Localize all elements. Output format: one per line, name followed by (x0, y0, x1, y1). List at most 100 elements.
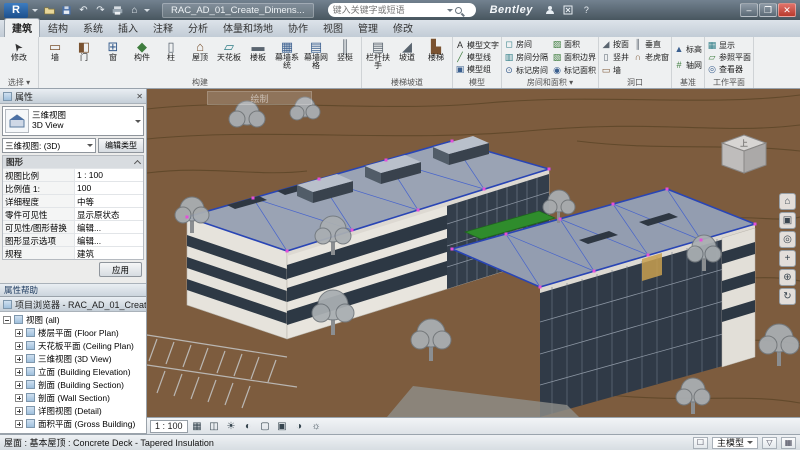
scale-button[interactable]: 1 : 100 (150, 420, 188, 433)
type-selector-caret-icon[interactable] (135, 120, 141, 126)
minimize-button[interactable]: – (740, 3, 758, 17)
zoom-icon[interactable]: ⊕ (779, 269, 796, 286)
level-button[interactable]: ▲标高 (674, 43, 702, 55)
print-button[interactable] (110, 3, 125, 17)
close-button[interactable]: ✕ (778, 3, 796, 17)
column-button[interactable]: ▯柱 (157, 38, 185, 77)
restore-button[interactable]: ❐ (759, 3, 777, 17)
area-boundary-button[interactable]: ▧面积边界 (552, 51, 596, 63)
qat-customize-icon[interactable] (144, 9, 150, 15)
search-input[interactable] (333, 5, 445, 15)
tag-area-button[interactable]: ◉标记面积 (552, 64, 596, 76)
tree-item-detail[interactable]: 详图视图 (Detail) (0, 404, 146, 417)
property-row[interactable]: 零件可见性显示原状态 (3, 207, 143, 220)
app-menu-button[interactable]: R (4, 3, 28, 18)
expand-box-icon[interactable] (15, 420, 23, 428)
undo-button[interactable]: ↶ (76, 3, 91, 17)
floor-button[interactable]: ▬楼板 (244, 38, 272, 77)
expand-box-icon[interactable] (15, 407, 23, 415)
area-button[interactable]: ▨面积 (552, 38, 596, 50)
tree-item-3d-view[interactable]: 三维视图 (3D View) (0, 352, 146, 365)
detail-level-icon[interactable]: ▦ (190, 420, 205, 433)
vertical-opening-button[interactable]: ║垂直 (633, 38, 669, 50)
project-browser-header[interactable]: 项目浏览器 - RAC_AD_01_Create_Dim... ✕ (0, 297, 146, 312)
ramp-button[interactable]: ◢坡道 (393, 38, 421, 77)
component-button[interactable]: ◆构件 (128, 38, 156, 77)
shaft-opening-button[interactable]: ▯竖井 (601, 51, 629, 63)
pan-icon[interactable]: + (779, 250, 796, 267)
viewcube[interactable]: 上 (714, 131, 774, 187)
properties-close-icon[interactable]: ✕ (136, 92, 143, 101)
tree-item-floor-plan[interactable]: 楼层平面 (Floor Plan) (0, 326, 146, 339)
property-row[interactable]: 详细程度中等 (3, 194, 143, 207)
tab-modify[interactable]: 修改 (386, 19, 420, 37)
tree-item-elevation[interactable]: 立面 (Building Elevation) (0, 365, 146, 378)
curtain-system-button[interactable]: ▦幕墙系统 (273, 38, 301, 77)
tab-collaborate[interactable]: 协作 (281, 19, 315, 37)
tab-insert[interactable]: 插入 (111, 19, 145, 37)
expand-box-icon[interactable] (15, 381, 23, 389)
default-3d-view-button[interactable]: ⌂ (127, 3, 142, 17)
selection-toggle-icon[interactable]: ▦ (781, 437, 796, 449)
tree-item-building-section[interactable]: 剖面 (Building Section) (0, 378, 146, 391)
expand-box-icon[interactable] (15, 342, 23, 350)
tab-structure[interactable]: 结构 (41, 19, 75, 37)
tab-annotate[interactable]: 注释 (146, 19, 180, 37)
panel-label-select[interactable]: 选择 ▾ (2, 77, 36, 88)
room-separator-button[interactable]: ▥房间分隔 (504, 51, 548, 63)
tab-view[interactable]: 视图 (316, 19, 350, 37)
viewcube-top-label[interactable]: 上 (740, 139, 748, 148)
stair-button[interactable]: ▙楼梯 (422, 38, 450, 77)
expand-box-icon[interactable] (15, 394, 23, 402)
wall-button[interactable]: ▭墙 (41, 38, 69, 77)
model-group-button[interactable]: ▣模型组 (455, 64, 499, 76)
search-icon[interactable] (455, 7, 462, 14)
tab-systems[interactable]: 系统 (76, 19, 110, 37)
viewcube-menu-icon[interactable]: ▣ (779, 212, 796, 229)
opening-by-face-button[interactable]: ◢按面 (601, 38, 629, 50)
grid-button[interactable]: #轴网 (674, 60, 702, 72)
model-line-button[interactable]: ╱模型线 (455, 52, 499, 64)
expand-box-icon[interactable] (15, 329, 23, 337)
show-workplane-button[interactable]: ▦显示 (707, 39, 751, 51)
redo-button[interactable]: ↷ (93, 3, 108, 17)
door-button[interactable]: ◧门 (70, 38, 98, 77)
model-3d-view[interactable] (147, 89, 800, 417)
search-options-caret-icon[interactable] (447, 9, 453, 15)
property-row[interactable]: 图形显示选项编辑... (3, 233, 143, 246)
property-row[interactable]: 可见性/图形替换编辑... (3, 220, 143, 233)
tag-room-button[interactable]: ⊙标记房间 (504, 64, 548, 76)
sign-in-button[interactable] (543, 3, 558, 17)
ref-plane-button[interactable]: ▱参照平面 (707, 52, 751, 64)
app-menu-caret-icon[interactable] (32, 9, 38, 15)
help-button[interactable]: ? (579, 3, 594, 17)
save-button[interactable] (59, 3, 74, 17)
viewer-button[interactable]: ◎查看器 (707, 64, 751, 76)
curtain-grid-button[interactable]: ▤幕墙网格 (302, 38, 330, 77)
tree-item-ceiling-plan[interactable]: 天花板平面 (Ceiling Plan) (0, 339, 146, 352)
tab-analyze[interactable]: 分析 (181, 19, 215, 37)
window-button[interactable]: ⊞窗 (99, 38, 127, 77)
tree-item-area-plan[interactable]: 面积平面 (Gross Building) (0, 417, 146, 430)
tree-item-wall-section[interactable]: 剖面 (Wall Section) (0, 391, 146, 404)
type-selector[interactable]: 三维视图 3D View (2, 106, 144, 136)
visual-style-icon[interactable]: ◫ (207, 420, 222, 433)
properties-header[interactable]: 属性 ✕ (0, 89, 146, 104)
tab-manage[interactable]: 管理 (351, 19, 385, 37)
editable-only-icon[interactable]: ☐ (693, 437, 708, 449)
open-button[interactable] (42, 3, 57, 17)
properties-help-bar[interactable]: 属性帮助 (0, 283, 146, 296)
collapse-chevron-icon[interactable] (134, 159, 141, 166)
expand-box-icon[interactable] (15, 368, 23, 376)
temporary-hide-icon[interactable]: ◑ (292, 420, 307, 433)
tree-item-views-root[interactable]: 视图 (all) (0, 313, 146, 326)
exchange-apps-button[interactable] (561, 3, 576, 17)
modify-button[interactable]: ➤修改 (2, 38, 36, 77)
tab-massing-site[interactable]: 体量和场地 (216, 19, 280, 37)
drawing-area[interactable]: 绘制 上 ⌂ ▣ ◎ + ⊕ ↻ 1 : 100 ▦ ◫ ☀ ◐ (147, 89, 800, 434)
apply-button[interactable]: 应用 (99, 262, 142, 277)
property-row[interactable]: 比例值 1:100 (3, 181, 143, 194)
property-row[interactable]: 规程建筑 (3, 246, 143, 259)
edit-type-button[interactable]: 编辑类型 (98, 138, 144, 153)
design-option-dropdown[interactable]: 主模型 (712, 437, 758, 449)
